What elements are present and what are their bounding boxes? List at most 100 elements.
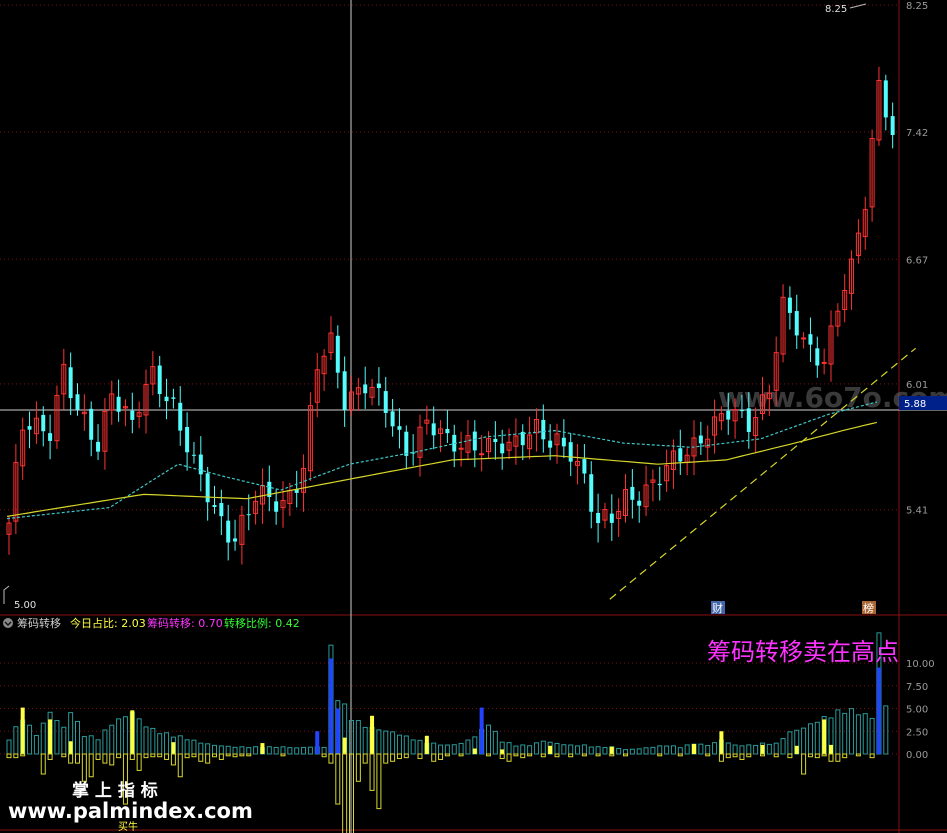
candle-body-down <box>541 419 546 440</box>
transfer-bar <box>431 742 437 755</box>
candle-body-down <box>698 435 703 444</box>
transfer-bar <box>102 729 108 755</box>
transfer-bar <box>739 745 745 755</box>
candle-body-down <box>205 473 210 503</box>
transfer-bar <box>773 742 779 755</box>
transfer-bar <box>677 747 683 755</box>
negative-bar <box>136 753 142 771</box>
negative-bar <box>458 753 464 757</box>
transfer-bar <box>417 739 423 755</box>
negative-bar <box>842 753 848 759</box>
candle-body-down <box>637 500 642 506</box>
transfer-bar <box>636 748 642 755</box>
negative-bar <box>191 753 197 758</box>
candle-body-down <box>815 348 820 366</box>
transfer-bar <box>855 714 861 755</box>
candle-body-down <box>226 520 231 543</box>
finance-badge[interactable]: 财 <box>712 601 723 615</box>
transfer-bar <box>27 724 33 755</box>
transfer-bar <box>150 727 156 755</box>
negative-bar <box>431 753 437 762</box>
negative-bar <box>383 753 389 764</box>
transfer-bar <box>698 743 704 755</box>
negative-bar <box>205 753 211 764</box>
transfer-bar <box>835 709 841 755</box>
candle-body-down <box>157 365 162 395</box>
candle-body-down <box>178 402 183 431</box>
negative-bar <box>760 753 765 757</box>
transfer-bar <box>54 720 60 755</box>
today-ratio-bar <box>342 737 347 754</box>
negative-bar <box>773 753 779 758</box>
transfer-bar <box>184 739 190 755</box>
negative-bar <box>746 753 752 758</box>
negative-bar <box>218 753 224 760</box>
transfer-bar <box>657 745 663 755</box>
today-ratio-bar <box>760 744 765 754</box>
candle-body-up <box>458 447 464 450</box>
candle-body-down <box>363 384 368 394</box>
negative-bar <box>499 753 505 760</box>
negative-bar <box>102 753 108 764</box>
transfer-bar <box>664 745 670 755</box>
blue-signal-bar <box>335 708 340 754</box>
candle-body-down <box>794 311 799 336</box>
today-ratio-bar <box>20 707 25 754</box>
transfer-bar <box>451 744 457 755</box>
transfer-bar <box>712 742 718 755</box>
candle-body-down <box>171 397 176 399</box>
negative-bar <box>732 753 738 758</box>
candle-body-down <box>335 335 340 373</box>
transfer-bar <box>561 744 567 755</box>
transfer-bar <box>13 726 19 755</box>
negative-bar <box>595 753 601 757</box>
candle-body-down <box>274 501 279 512</box>
transfer-bar <box>253 746 259 755</box>
transfer-bar <box>246 747 252 755</box>
price-tick: 8.25 <box>906 1 928 12</box>
negative-bar <box>335 753 341 805</box>
negative-bar <box>396 753 402 760</box>
legend-transfer-ratio: 转移比例: 0.42 <box>224 616 300 630</box>
transfer-bar <box>595 746 601 755</box>
negative-bar <box>444 753 450 757</box>
candle-body-down <box>404 431 409 456</box>
transfer-bar <box>705 744 711 755</box>
candle-body-down <box>472 431 477 451</box>
negative-bar <box>225 753 231 757</box>
indicator-menu-icon[interactable] <box>3 618 13 628</box>
transfer-bar <box>575 745 581 755</box>
negative-bar <box>75 753 80 764</box>
transfer-bar <box>6 739 12 755</box>
negative-bar <box>438 753 444 760</box>
indicator-title[interactable]: 筹码转移 <box>17 616 61 630</box>
transfer-bar <box>540 740 546 755</box>
transfer-bar <box>780 738 786 755</box>
transfer-bar <box>670 745 676 755</box>
negative-bar <box>486 753 491 757</box>
negative-bar <box>390 753 396 762</box>
negative-bar <box>787 753 793 759</box>
negative-bar <box>835 753 841 762</box>
transfer-bar <box>623 749 628 755</box>
negative-bar <box>540 753 546 758</box>
transfer-bar <box>294 747 300 755</box>
transfer-bar <box>122 716 128 755</box>
candle-body-down <box>808 334 813 345</box>
negative-bar <box>513 753 519 757</box>
sub-tick: 7.50 <box>906 682 928 693</box>
price-tick: 7.42 <box>906 128 928 139</box>
transfer-bar <box>458 742 464 755</box>
transfer-bar <box>438 744 444 755</box>
negative-bar <box>280 753 286 757</box>
low-price-pointer <box>3 585 10 604</box>
transfer-bar <box>807 723 813 755</box>
rank-badge[interactable]: 榜 <box>863 601 874 615</box>
transfer-bar <box>732 744 738 755</box>
candle-body-down <box>191 454 196 456</box>
transfer-bar <box>862 713 868 755</box>
transfer-bar <box>301 746 307 755</box>
candle-body-down <box>568 442 573 462</box>
negative-bar <box>554 753 560 758</box>
blue-signal-bar <box>328 658 333 754</box>
